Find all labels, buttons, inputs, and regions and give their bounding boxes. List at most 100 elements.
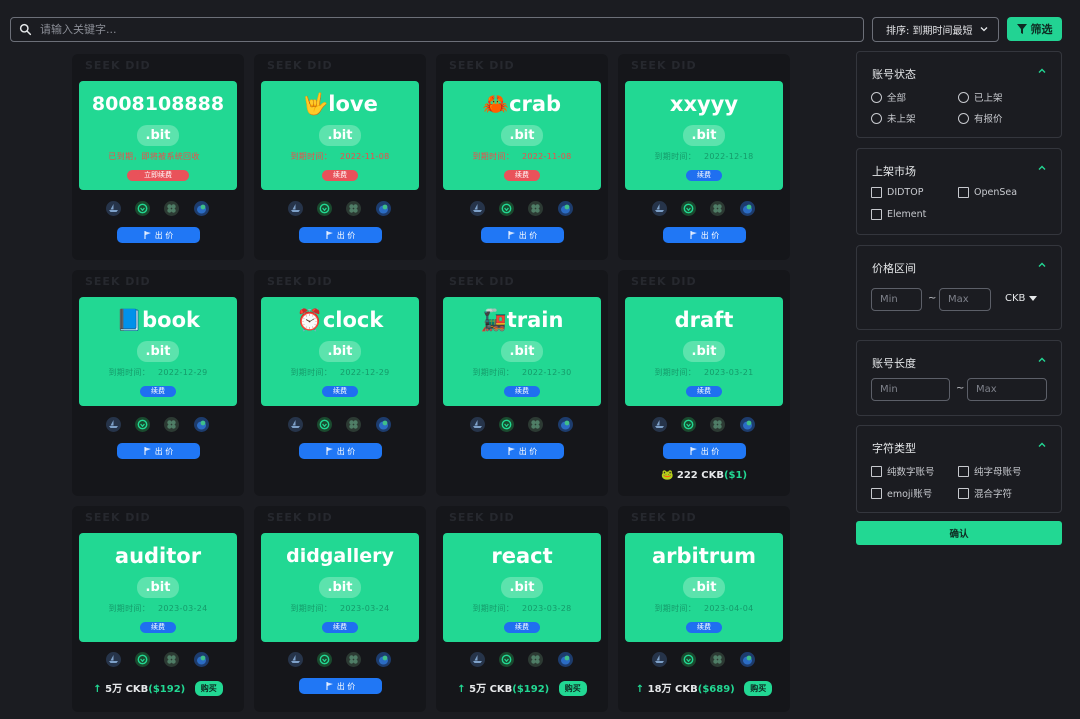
bird-icon[interactable] [376,201,391,216]
price-min-input[interactable] [871,288,922,311]
account-card-face[interactable]: react .bit 到期时间： 2023-03-28 续费 [443,533,601,642]
boat-icon[interactable] [288,652,303,667]
boat-icon[interactable] [106,201,121,216]
gem-icon[interactable] [317,417,332,432]
account-card[interactable]: SEEK DID 8008108888 .bit 已到期，即将被系统回收 立即续… [72,54,244,260]
status-option-listed[interactable]: 已上架 [958,90,1003,104]
boat-icon[interactable] [106,417,121,432]
account-card[interactable]: SEEK DID 🤟love .bit 到期时间： 2022-11-08 续费 出… [254,54,426,260]
clover-icon[interactable] [528,652,543,667]
clover-icon[interactable] [528,417,543,432]
clover-icon[interactable] [164,201,179,216]
chartype-option-numeric[interactable]: 纯数字账号 [871,464,935,478]
checkbox[interactable] [958,465,969,477]
boat-icon[interactable] [652,417,667,432]
account-card-face[interactable]: 🚂train .bit 到期时间： 2022-12-30 续费 [443,297,601,406]
currency-select[interactable]: CKB [1005,293,1038,304]
clover-icon[interactable] [528,201,543,216]
boat-icon[interactable] [288,417,303,432]
renew-button[interactable]: 续费 [686,622,722,633]
account-card-face[interactable]: auditor .bit 到期时间： 2023-03-24 续费 [79,533,237,642]
buy-button[interactable]: 购买 [194,681,223,696]
clover-icon[interactable] [346,652,361,667]
clover-icon[interactable] [164,417,179,432]
gem-icon[interactable] [135,201,150,216]
chevron-up-icon[interactable] [1037,440,1047,450]
boat-icon[interactable] [470,201,485,216]
checkbox[interactable] [958,487,969,499]
boat-icon[interactable] [106,652,121,667]
radio[interactable] [958,112,969,124]
account-card[interactable]: SEEK DID react .bit 到期时间： 2023-03-28 续费 ↑… [436,506,608,712]
buy-button[interactable]: 购买 [744,681,773,696]
account-card-face[interactable]: 🦀crab .bit 到期时间： 2022-11-08 续费 [443,81,601,190]
chevron-up-icon[interactable] [1037,260,1047,270]
clover-icon[interactable] [710,417,725,432]
radio[interactable] [958,91,969,103]
bird-icon[interactable] [740,652,755,667]
gem-icon[interactable] [681,652,696,667]
bird-icon[interactable] [740,201,755,216]
radio[interactable] [871,91,882,103]
bird-icon[interactable] [376,652,391,667]
status-option-offered[interactable]: 有报价 [958,111,1003,125]
renew-button[interactable]: 续费 [322,622,358,633]
gem-icon[interactable] [499,201,514,216]
offer-button[interactable]: 出 价 [481,227,564,243]
length-max-input[interactable] [967,378,1047,401]
account-card[interactable]: SEEK DID 📘book .bit 到期时间： 2022-12-29 续费 出… [72,270,244,496]
renew-button[interactable]: 续费 [322,170,358,181]
clover-icon[interactable] [346,417,361,432]
checkbox[interactable] [871,465,882,477]
radio[interactable] [871,112,882,124]
renew-button[interactable]: 续费 [504,622,540,633]
bird-icon[interactable] [558,417,573,432]
gem-icon[interactable] [317,652,332,667]
account-card-face[interactable]: didgallery .bit 到期时间： 2023-03-24 续费 [261,533,419,642]
offer-button[interactable]: 出 价 [663,443,746,459]
gem-icon[interactable] [317,201,332,216]
renew-button[interactable]: 续费 [140,622,176,633]
search-box[interactable] [10,17,864,42]
checkbox[interactable] [871,187,882,198]
boat-icon[interactable] [652,652,667,667]
chartype-option-mixed[interactable]: 混合字符 [958,486,1012,500]
offer-button[interactable]: 出 价 [663,227,746,243]
checkbox[interactable] [958,187,969,198]
offer-button[interactable]: 出 价 [299,678,382,694]
gem-icon[interactable] [499,652,514,667]
account-card-face[interactable]: 🤟love .bit 到期时间： 2022-11-08 续费 [261,81,419,190]
boat-icon[interactable] [288,201,303,216]
bird-icon[interactable] [376,417,391,432]
chevron-up-icon[interactable] [1037,355,1047,365]
account-card-face[interactable]: xxyyy .bit 到期时间： 2022-12-18 续费 [625,81,783,190]
buy-button[interactable]: 购买 [558,681,587,696]
account-card[interactable]: SEEK DID auditor .bit 到期时间： 2023-03-24 续费… [72,506,244,712]
gem-icon[interactable] [135,652,150,667]
checkbox[interactable] [871,487,882,499]
account-card[interactable]: SEEK DID xxyyy .bit 到期时间： 2022-12-18 续费 出… [618,54,790,260]
account-card[interactable]: SEEK DID arbitrum .bit 到期时间： 2023-04-04 续… [618,506,790,712]
market-option-didtop[interactable]: DIDTOP [871,187,923,198]
renew-button[interactable]: 续费 [140,386,176,397]
offer-button[interactable]: 出 价 [117,227,200,243]
chartype-option-alpha[interactable]: 纯字母账号 [958,464,1022,478]
renew-button[interactable]: 续费 [686,386,722,397]
bird-icon[interactable] [194,417,209,432]
account-card-face[interactable]: 8008108888 .bit 已到期，即将被系统回收 立即续费 [79,81,237,190]
offer-button[interactable]: 出 价 [299,227,382,243]
account-card-face[interactable]: 📘book .bit 到期时间： 2022-12-29 续费 [79,297,237,406]
bird-icon[interactable] [194,652,209,667]
offer-button[interactable]: 出 价 [117,443,200,459]
renew-button[interactable]: 续费 [322,386,358,397]
checkbox[interactable] [871,209,882,220]
gem-icon[interactable] [499,417,514,432]
renew-button[interactable]: 续费 [686,170,722,181]
search-input[interactable] [40,23,820,36]
bird-icon[interactable] [194,201,209,216]
offer-button[interactable]: 出 价 [299,443,382,459]
sort-dropdown[interactable]: 排序: 到期时间最短 [872,17,999,42]
clover-icon[interactable] [710,201,725,216]
offer-button[interactable]: 出 价 [481,443,564,459]
account-card[interactable]: SEEK DID 🚂train .bit 到期时间： 2022-12-30 续费 … [436,270,608,496]
